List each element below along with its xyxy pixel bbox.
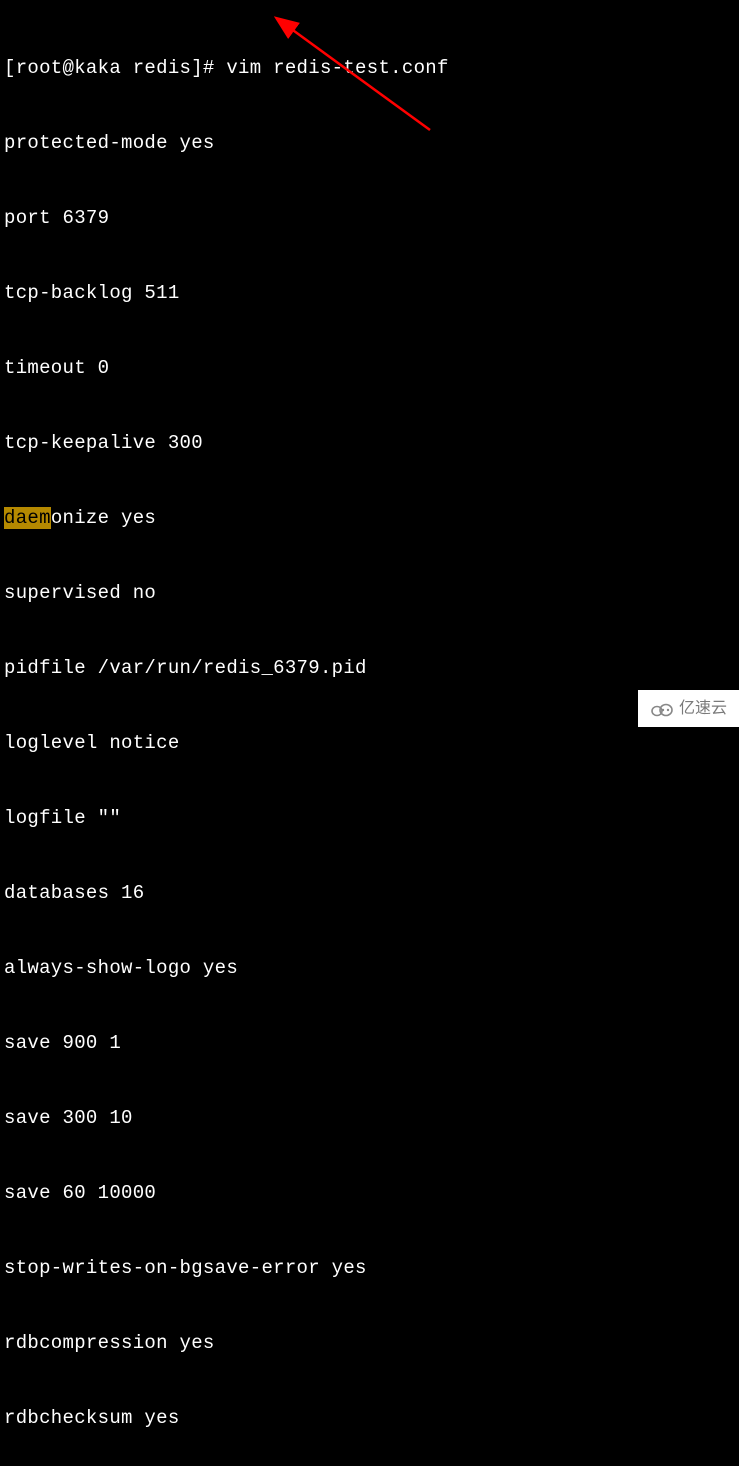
watermark-text: 亿速云 [679, 696, 727, 721]
config-line-highlighted: daemonize yes [4, 506, 735, 531]
config-line: protected-mode yes [4, 131, 735, 156]
config-line: stop-writes-on-bgsave-error yes [4, 1256, 735, 1281]
cloud-icon [650, 700, 674, 718]
config-line: timeout 0 [4, 356, 735, 381]
config-line: tcp-keepalive 300 [4, 431, 735, 456]
config-line: supervised no [4, 581, 735, 606]
search-highlight: daem [4, 507, 51, 529]
config-line: rdbcompression yes [4, 1331, 735, 1356]
config-line: always-show-logo yes [4, 956, 735, 981]
config-line: pidfile /var/run/redis_6379.pid [4, 656, 735, 681]
config-line: tcp-backlog 511 [4, 281, 735, 306]
config-line: save 60 10000 [4, 1181, 735, 1206]
watermark: 亿速云 [638, 690, 739, 727]
config-line: save 900 1 [4, 1031, 735, 1056]
config-text: onize yes [51, 507, 156, 529]
config-line: save 300 10 [4, 1106, 735, 1131]
config-line: port 6379 [4, 206, 735, 231]
config-line: logfile "" [4, 806, 735, 831]
config-line: databases 16 [4, 881, 735, 906]
shell-prompt-line: [root@kaka redis]# vim redis-test.conf [4, 56, 735, 81]
terminal-output: [root@kaka redis]# vim redis-test.conf p… [4, 6, 735, 1466]
config-line: rdbchecksum yes [4, 1406, 735, 1431]
config-line: loglevel notice [4, 731, 735, 756]
